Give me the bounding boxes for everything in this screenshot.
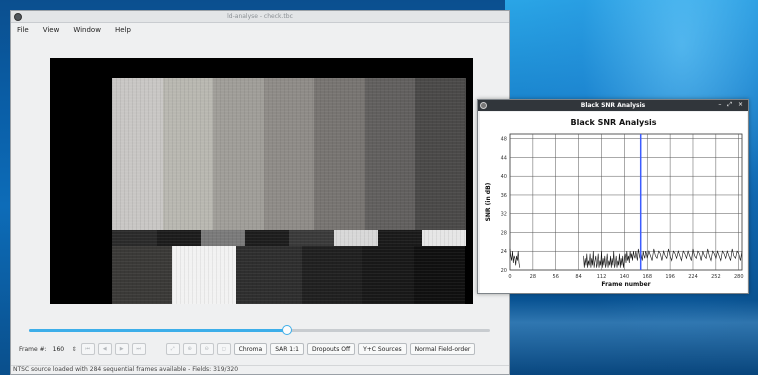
test-bar-bottom	[112, 246, 172, 304]
playback-controls: Frame #: 160 ⇕ ⏮ ◀ ▶ ⏭ ⤢ ⊕ ⊖ ◻ Chroma SA…	[11, 321, 509, 363]
test-bar-bottom	[414, 246, 465, 304]
y-tick-label: 40	[501, 174, 507, 180]
frame-number-spinbox[interactable]: 160 ⇕	[52, 343, 78, 355]
x-tick-label: 84	[575, 274, 581, 280]
test-bar-top	[364, 78, 415, 230]
test-bar-bottom	[362, 246, 414, 304]
zoom-fit-button[interactable]: ⤢	[165, 343, 180, 355]
x-tick-label: 168	[642, 274, 652, 280]
menu-help[interactable]: Help	[113, 25, 133, 35]
previous-frame-button[interactable]: ◀	[97, 343, 112, 355]
y-tick-label: 24	[501, 249, 507, 255]
test-bar-middle	[200, 230, 245, 246]
y-tick-label: 20	[501, 268, 507, 274]
test-bar-middle	[333, 230, 378, 246]
frame-slider-handle[interactable]	[282, 325, 293, 335]
test-bar-middle	[244, 230, 289, 246]
test-bar-top	[213, 78, 264, 230]
x-tick-label: 280	[734, 274, 744, 280]
test-bar-top	[263, 78, 314, 230]
step-forward-icon: ▶	[119, 346, 124, 352]
field-order-button[interactable]: Normal Field-order	[409, 343, 476, 355]
test-bar-middle	[289, 230, 334, 246]
zoom-out-button[interactable]: ⊖	[199, 343, 214, 355]
test-pattern-image	[112, 78, 466, 304]
test-bar-top	[112, 78, 163, 230]
snr-chart[interactable]: 0 28 56 84 112 140 168 196 224 252 280 20 24 28 32 36 40…	[480, 112, 747, 293]
zoom-in-button[interactable]: ⊕	[182, 343, 197, 355]
test-bar-middle	[156, 230, 201, 246]
x-tick-label: 112	[597, 274, 607, 280]
window-controls-icon[interactable]: – ⤢ ×	[718, 101, 745, 109]
main-titlebar[interactable]: ld-analyse - check.tbc	[11, 11, 509, 23]
y-tick-label: 44	[501, 155, 507, 161]
zoom-out-icon: ⊖	[204, 346, 209, 352]
last-frame-button[interactable]: ⏭	[131, 343, 146, 355]
sar-button[interactable]: SAR 1:1	[270, 343, 304, 355]
test-bar-bottom	[302, 246, 362, 304]
menu-window[interactable]: Window	[71, 25, 103, 35]
skip-back-icon: ⏮	[85, 346, 90, 352]
snr-titlebar[interactable]: Black SNR Analysis – ⤢ ×	[478, 100, 748, 111]
menu-view[interactable]: View	[41, 25, 62, 35]
frame-slider[interactable]	[29, 325, 490, 335]
zoom-original-icon: ◻	[221, 346, 226, 352]
controls-row: Frame #: 160 ⇕ ⏮ ◀ ▶ ⏭ ⤢ ⊕ ⊖ ◻ Chroma SA…	[19, 342, 503, 356]
x-tick-label: 196	[665, 274, 675, 280]
x-tick-label: 252	[711, 274, 721, 280]
menu-file[interactable]: File	[15, 25, 31, 35]
y-tick-label: 28	[501, 230, 507, 236]
frame-number-label: Frame #:	[19, 345, 47, 353]
sources-button[interactable]: Y+C Sources	[358, 343, 407, 355]
frame-slider-fill	[29, 329, 288, 332]
x-tick-label: 140	[620, 274, 630, 280]
test-bar-bottom	[172, 246, 236, 304]
chroma-button[interactable]: Chroma	[233, 343, 268, 355]
test-bar-bottom	[236, 246, 302, 304]
zoom-original-button[interactable]: ◻	[216, 343, 231, 355]
test-bar-middle	[421, 230, 466, 246]
status-bar: NTSC source loaded with 284 sequential f…	[11, 365, 509, 375]
skip-forward-icon: ⏭	[136, 346, 141, 352]
test-bar-top	[314, 78, 365, 230]
y-tick-label: 48	[501, 137, 507, 143]
window-title: ld-analyse - check.tbc	[227, 13, 293, 20]
x-tick-label: 224	[688, 274, 698, 280]
frame-number-value: 160	[52, 345, 65, 353]
zoom-in-icon: ⊕	[187, 346, 192, 352]
next-frame-button[interactable]: ▶	[114, 343, 129, 355]
y-tick-label: 32	[501, 212, 507, 218]
step-back-icon: ◀	[102, 346, 107, 352]
y-axis-label: SNR (in dB)	[485, 182, 492, 221]
test-bar-top	[162, 78, 213, 230]
x-tick-label: 28	[530, 274, 536, 280]
plot-frame	[509, 133, 743, 271]
first-frame-button[interactable]: ⏮	[80, 343, 95, 355]
zoom-fit-icon: ⤢	[170, 346, 175, 352]
dropouts-button[interactable]: Dropouts Off	[306, 343, 356, 355]
y-tick-label: 36	[501, 193, 507, 199]
x-tick-label: 0	[508, 274, 511, 280]
test-bar-middle	[377, 230, 422, 246]
menu-bar: File View Window Help	[11, 23, 509, 37]
main-window: ld-analyse - check.tbc File View Window …	[10, 10, 510, 375]
snr-plot-area: Black SNR Analysis 0 28 56 84 112 140 168 196 22…	[480, 112, 747, 293]
test-bar-middle	[112, 230, 157, 246]
snr-window-title: Black SNR Analysis	[580, 102, 646, 109]
video-frame-view[interactable]	[50, 58, 473, 304]
x-tick-label: 56	[553, 274, 559, 280]
spin-arrows-icon[interactable]: ⇕	[72, 346, 77, 353]
snr-window: Black SNR Analysis – ⤢ × Black SNR Analy…	[477, 99, 749, 294]
x-axis-label: Frame number	[601, 281, 650, 288]
test-bar-top	[415, 78, 466, 230]
